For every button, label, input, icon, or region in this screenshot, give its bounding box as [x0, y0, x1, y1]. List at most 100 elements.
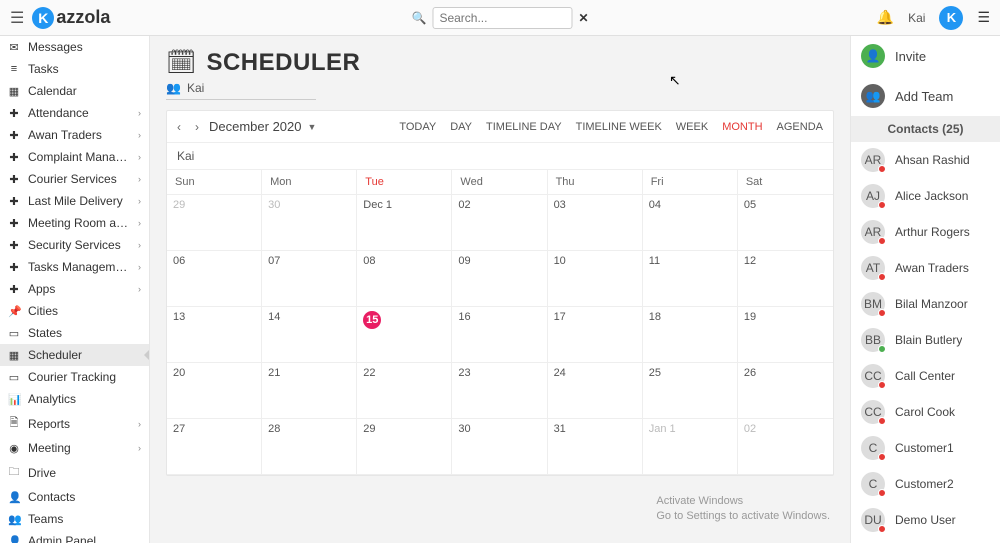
sidebar-item-apps[interactable]: ✚Apps›	[0, 278, 149, 300]
day-cell[interactable]: 10	[548, 251, 643, 307]
prev-period-button[interactable]: ‹	[177, 120, 181, 134]
day-cell[interactable]: 02	[452, 195, 547, 251]
day-cell[interactable]: 28	[262, 419, 357, 475]
day-cell[interactable]: Dec 1	[357, 195, 452, 251]
day-cell[interactable]: 06	[167, 251, 262, 307]
current-user-name[interactable]: Kai	[908, 11, 925, 25]
notifications-icon[interactable]: 🔔	[877, 9, 894, 26]
day-cell[interactable]: 03	[548, 195, 643, 251]
contact-item[interactable]: BBBlain Butlery	[851, 322, 1000, 358]
sidebar-item-scheduler[interactable]: ▦Scheduler	[0, 344, 149, 366]
contact-item[interactable]: CCCarol Cook	[851, 394, 1000, 430]
day-cell[interactable]: 17	[548, 307, 643, 363]
sidebar-item-calendar[interactable]: ▦Calendar	[0, 80, 149, 102]
dow-mon: Mon	[262, 170, 357, 195]
sidebar-item-meeting[interactable]: ◉Meeting›	[0, 437, 149, 459]
watermark-line1: Activate Windows	[656, 494, 830, 508]
day-cell[interactable]: 21	[262, 363, 357, 419]
sidebar-item-meeting-room-and-schedu[interactable]: ✚Meeting Room and Schedu...›	[0, 212, 149, 234]
day-cell[interactable]: 05	[738, 195, 833, 251]
view-week[interactable]: WEEK	[676, 121, 708, 133]
sidebar-item-admin-panel[interactable]: 👤Admin Panel	[0, 530, 149, 543]
day-cell[interactable]: 02	[738, 419, 833, 475]
right-panel-toggle[interactable]: ☰	[977, 9, 990, 26]
watermark: Activate Windows Go to Settings to activ…	[656, 494, 830, 523]
contact-item[interactable]: CCustomer1	[851, 430, 1000, 466]
day-cell[interactable]: 29	[167, 195, 262, 251]
nav-label: Meeting Room and Schedu...	[28, 216, 130, 230]
day-cell[interactable]: 08	[357, 251, 452, 307]
day-cell[interactable]: 19	[738, 307, 833, 363]
contact-item[interactable]: FKFearless Kazzola Ad...	[851, 538, 1000, 543]
search-input[interactable]	[432, 7, 572, 29]
contact-item[interactable]: CCustomer2	[851, 466, 1000, 502]
day-cell[interactable]: 30	[452, 419, 547, 475]
view-timeline-week[interactable]: TIMELINE WEEK	[576, 121, 662, 133]
sidebar-item-courier-services[interactable]: ✚Courier Services›	[0, 168, 149, 190]
day-cell[interactable]: 18	[643, 307, 738, 363]
contact-item[interactable]: ARAhsan Rashid	[851, 142, 1000, 178]
day-cell[interactable]: 22	[357, 363, 452, 419]
nav-label: Tasks	[28, 62, 141, 76]
contact-item[interactable]: CCCall Center	[851, 358, 1000, 394]
sidebar-item-drive[interactable]: 🗀Drive	[0, 459, 149, 486]
add-team-button[interactable]: 👥 Add Team	[851, 76, 1000, 116]
day-cell[interactable]: Jan 1	[643, 419, 738, 475]
nav-icon: 🗎	[8, 414, 20, 433]
sidebar-item-awan-traders[interactable]: ✚Awan Traders›	[0, 124, 149, 146]
day-cell[interactable]: 11	[643, 251, 738, 307]
day-cell[interactable]: 27	[167, 419, 262, 475]
sidebar-item-security-services[interactable]: ✚Security Services›	[0, 234, 149, 256]
search-clear-icon[interactable]: ✕	[578, 11, 588, 25]
day-cell[interactable]: 15	[357, 307, 452, 363]
day-cell[interactable]: 31	[548, 419, 643, 475]
sidebar-item-attendance[interactable]: ✚Attendance›	[0, 102, 149, 124]
day-cell[interactable]: 25	[643, 363, 738, 419]
view-day[interactable]: DAY	[450, 121, 472, 133]
owner-selector[interactable]: 👥 Kai	[166, 81, 316, 100]
day-cell[interactable]: 14	[262, 307, 357, 363]
next-period-button[interactable]: ›	[195, 120, 199, 134]
day-cell[interactable]: 07	[262, 251, 357, 307]
sidebar-item-courier-tracking[interactable]: ▭Courier Tracking	[0, 366, 149, 388]
day-cell[interactable]: 20	[167, 363, 262, 419]
day-cell[interactable]: 12	[738, 251, 833, 307]
contact-item[interactable]: DUDemo User	[851, 502, 1000, 538]
sidebar-item-teams[interactable]: 👥Teams	[0, 508, 149, 530]
contact-item[interactable]: AJAlice Jackson	[851, 178, 1000, 214]
view-agenda[interactable]: AGENDA	[777, 121, 823, 133]
day-cell[interactable]: 16	[452, 307, 547, 363]
day-cell[interactable]: 26	[738, 363, 833, 419]
view-timeline-day[interactable]: TIMELINE DAY	[486, 121, 562, 133]
menu-toggle[interactable]: ☰	[10, 8, 24, 28]
sidebar-item-cities[interactable]: 📌Cities	[0, 300, 149, 322]
contact-item[interactable]: ARArthur Rogers	[851, 214, 1000, 250]
chevron-right-icon: ›	[138, 443, 141, 453]
day-cell[interactable]: 04	[643, 195, 738, 251]
sidebar-item-contacts[interactable]: 👤Contacts	[0, 486, 149, 508]
view-today[interactable]: TODAY	[399, 121, 436, 133]
search-icon[interactable]: 🔍	[411, 11, 426, 25]
invite-button[interactable]: 👤 Invite	[851, 36, 1000, 76]
contact-item[interactable]: ATAwan Traders	[851, 250, 1000, 286]
avatar[interactable]: K	[939, 6, 963, 30]
sidebar-item-messages[interactable]: ✉Messages	[0, 36, 149, 58]
day-cell[interactable]: 29	[357, 419, 452, 475]
day-cell[interactable]: 24	[548, 363, 643, 419]
nav-label: Tasks Management	[28, 260, 130, 274]
day-cell[interactable]: 23	[452, 363, 547, 419]
day-cell[interactable]: 09	[452, 251, 547, 307]
day-cell[interactable]: 13	[167, 307, 262, 363]
sidebar-item-tasks[interactable]: ≡Tasks	[0, 58, 149, 80]
sidebar-item-analytics[interactable]: 📊Analytics	[0, 388, 149, 410]
day-cell[interactable]: 30	[262, 195, 357, 251]
sidebar-item-last-mile-delivery[interactable]: ✚Last Mile Delivery›	[0, 190, 149, 212]
view-month[interactable]: MONTH	[722, 121, 762, 133]
sidebar-item-reports[interactable]: 🗎Reports›	[0, 410, 149, 437]
contact-item[interactable]: BMBilal Manzoor	[851, 286, 1000, 322]
sidebar-item-tasks-management[interactable]: ✚Tasks Management›	[0, 256, 149, 278]
sidebar-item-states[interactable]: ▭States	[0, 322, 149, 344]
period-picker[interactable]: December 2020 ▼	[209, 119, 316, 134]
sidebar-item-complaint-management[interactable]: ✚Complaint Management›	[0, 146, 149, 168]
logo[interactable]: K azzola	[32, 7, 110, 29]
